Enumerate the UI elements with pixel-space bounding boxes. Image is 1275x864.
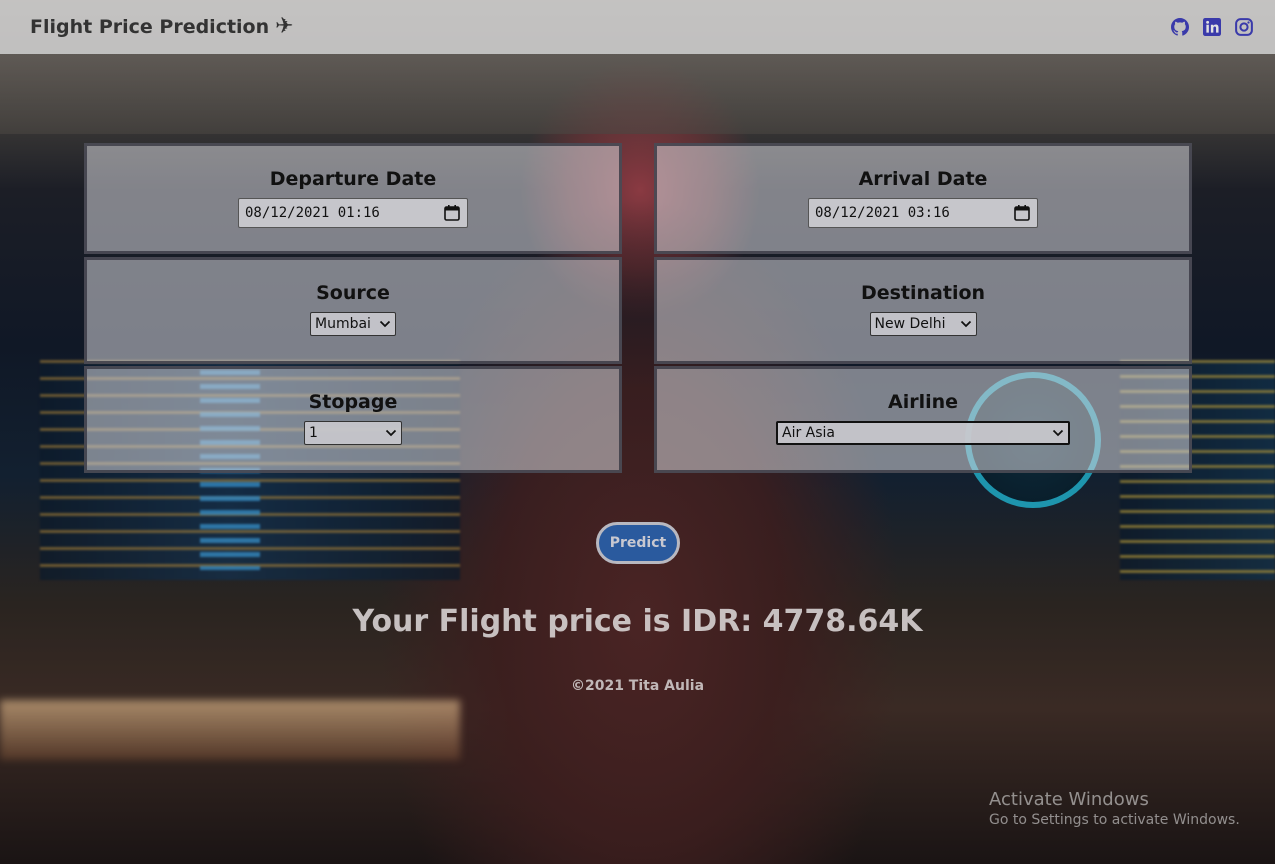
source-label: Source [316,282,390,304]
calendar-icon[interactable] [443,204,461,222]
airline-card: Airline Air Asia [654,366,1192,473]
calendar-icon[interactable] [1013,204,1031,222]
stopage-select[interactable]: 1 [304,421,402,445]
chevron-down-icon [379,319,391,329]
social-links [1171,18,1253,36]
airline-label: Airline [887,391,959,413]
chevron-down-icon [385,428,397,438]
watermark-subtitle: Go to Settings to activate Windows. [989,812,1240,828]
github-icon[interactable] [1171,18,1189,36]
destination-label: Destination [860,282,986,304]
prediction-result: Your Flight price is IDR: 4778.64K [352,604,923,639]
stopage-value: 1 [309,425,318,441]
destination-select[interactable]: New Delhi [869,312,977,336]
background-glow [0,700,460,760]
footer-copyright: ©2021 Tita Aulia [570,678,705,694]
airline-select[interactable]: Air Asia [776,421,1070,445]
arrival-date-input[interactable]: 08/12/2021 03:16 [808,198,1038,228]
departure-date-value: 08/12/2021 01:16 [245,205,380,221]
stopage-card: Stopage 1 [84,366,622,473]
background-ceiling [0,54,1275,134]
source-value: Mumbai [315,316,371,332]
departure-card: Departure Date 08/12/2021 01:16 [84,143,622,254]
departure-date-input[interactable]: 08/12/2021 01:16 [238,198,468,228]
destination-card: Destination New Delhi [654,257,1192,364]
chevron-down-icon [1052,428,1064,438]
arrival-label: Arrival Date [858,168,988,190]
linkedin-icon[interactable] [1203,18,1221,36]
instagram-icon[interactable] [1235,18,1253,36]
departure-label: Departure Date [269,168,437,190]
chevron-down-icon [960,319,972,329]
source-card: Source Mumbai [84,257,622,364]
arrival-date-value: 08/12/2021 03:16 [815,205,950,221]
airline-value: Air Asia [782,425,836,441]
brand-title: Flight Price Prediction [30,16,270,38]
windows-activation-watermark: Activate Windows Go to Settings to activ… [989,789,1240,828]
stopage-label: Stopage [308,391,398,413]
watermark-title: Activate Windows [989,789,1149,810]
arrival-card: Arrival Date 08/12/2021 03:16 [654,143,1192,254]
predict-button[interactable]: Predict [596,522,680,564]
plane-icon: ✈ [275,14,294,39]
destination-value: New Delhi [874,316,946,332]
brand[interactable]: Flight Price Prediction ✈ [30,14,294,39]
navbar: Flight Price Prediction ✈ [0,0,1275,54]
source-select[interactable]: Mumbai [310,312,396,336]
